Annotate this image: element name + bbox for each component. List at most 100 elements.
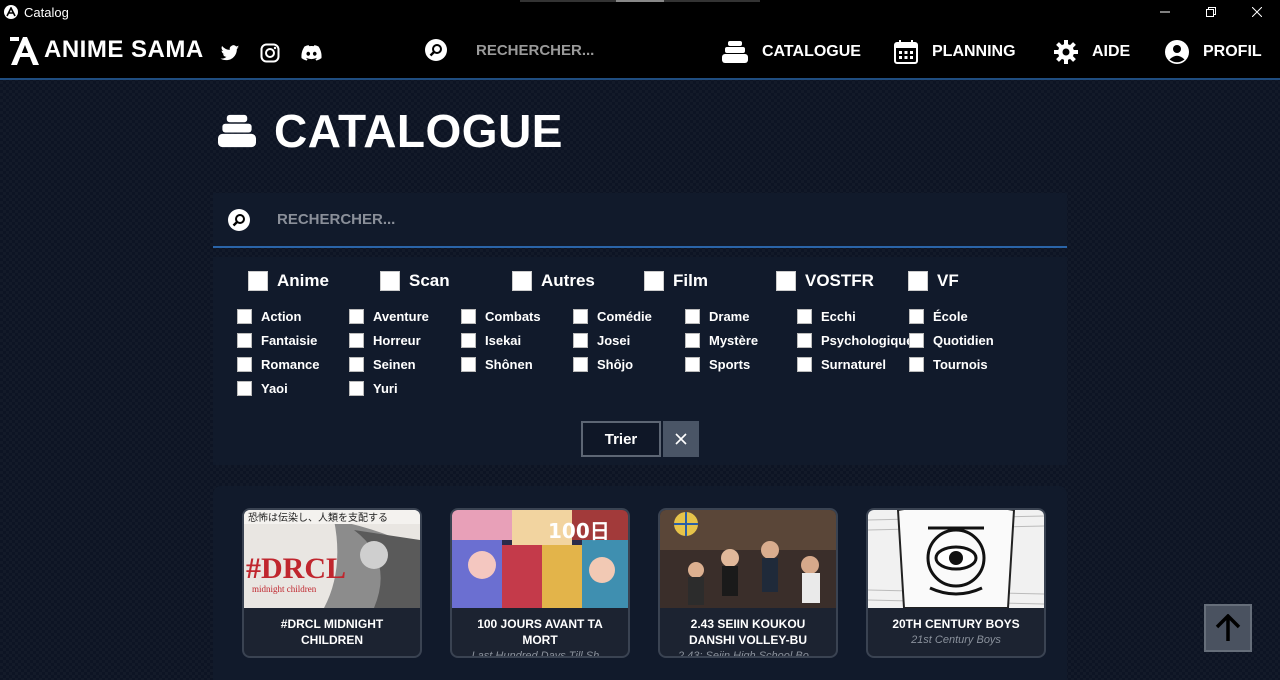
checkbox[interactable] — [237, 309, 252, 324]
search-icon — [228, 208, 250, 231]
checkbox[interactable] — [685, 333, 700, 348]
nav-catalogue[interactable]: CATALOGUE — [722, 38, 861, 66]
genre-filter[interactable]: Sports — [685, 357, 750, 372]
genre-label: Surnaturel — [821, 357, 887, 372]
type-filter-vostfr[interactable]: VOSTFR — [776, 271, 874, 291]
checkbox[interactable] — [380, 271, 400, 291]
window-title: Catalog — [24, 4, 69, 20]
checkbox[interactable] — [512, 271, 532, 291]
checkbox[interactable] — [237, 357, 252, 372]
genre-filter[interactable]: Romance — [237, 357, 320, 372]
restore-button[interactable] — [1188, 0, 1234, 24]
genre-filter[interactable]: Horreur — [349, 333, 421, 348]
genre-filter[interactable]: Psychologique — [797, 333, 913, 348]
instagram-link[interactable] — [259, 42, 281, 64]
checkbox[interactable] — [461, 309, 476, 324]
genre-filter[interactable]: Shônen — [461, 357, 533, 372]
genre-filter[interactable]: Aventure — [349, 309, 429, 324]
header-search-input[interactable] — [476, 41, 676, 59]
type-filter-autres[interactable]: Autres — [512, 271, 595, 291]
nav-planning[interactable]: PLANNING — [894, 38, 1016, 66]
discord-link[interactable] — [300, 42, 322, 64]
genre-filter[interactable]: École — [909, 309, 968, 324]
catalog-card[interactable]: 100日 100 JOURS AVANT TA MORT Last Hundre… — [450, 508, 630, 658]
restore-icon — [1206, 7, 1216, 17]
genre-filter[interactable]: Yuri — [349, 381, 398, 396]
genre-filter[interactable]: Isekai — [461, 333, 521, 348]
genre-filter[interactable]: Comédie — [573, 309, 652, 324]
checkbox[interactable] — [349, 309, 364, 324]
checkbox[interactable] — [573, 333, 588, 348]
instagram-icon — [259, 42, 281, 64]
card-cover-image — [660, 510, 836, 608]
genre-filter[interactable]: Yaoi — [237, 381, 288, 396]
checkbox[interactable] — [237, 381, 252, 396]
genre-filter[interactable]: Shôjo — [573, 357, 633, 372]
checkbox[interactable] — [461, 357, 476, 372]
nav-aide[interactable]: AIDE — [1054, 38, 1130, 66]
genre-label: Josei — [597, 333, 631, 348]
minimize-icon — [1160, 11, 1170, 13]
genre-filter[interactable]: Josei — [573, 333, 630, 348]
checkbox[interactable] — [776, 271, 796, 291]
checkbox[interactable] — [349, 333, 364, 348]
genre-filter[interactable]: Mystère — [685, 333, 758, 348]
checkbox[interactable] — [573, 357, 588, 372]
checkbox[interactable] — [248, 271, 268, 291]
search-icon[interactable] — [424, 38, 448, 62]
clear-filters-button[interactable] — [663, 421, 699, 457]
genre-filter[interactable]: Fantaisie — [237, 333, 317, 348]
nav-profil[interactable]: PROFIL — [1165, 38, 1262, 66]
anime-sama-logo-icon — [10, 37, 39, 65]
checkbox[interactable] — [909, 357, 924, 372]
checkbox[interactable] — [349, 357, 364, 372]
checkbox[interactable] — [797, 333, 812, 348]
catalog-search-input[interactable] — [277, 211, 777, 228]
checkbox[interactable] — [461, 333, 476, 348]
type-filter-film[interactable]: Film — [644, 271, 708, 291]
checkbox[interactable] — [573, 309, 588, 324]
close-icon — [1252, 7, 1262, 17]
type-filter-anime[interactable]: Anime — [248, 271, 329, 291]
genre-filter[interactable]: Surnaturel — [797, 357, 886, 372]
genre-filter[interactable]: Quotidien — [909, 333, 994, 348]
back-to-top-button[interactable] — [1204, 604, 1252, 652]
page-title: CATALOGUE — [218, 104, 563, 158]
close-window-button[interactable] — [1234, 0, 1280, 24]
site-logo[interactable]: ANIME SAMA — [8, 32, 204, 68]
genre-filter[interactable]: Drame — [685, 309, 749, 324]
catalog-card[interactable]: 恐怖は伝染し、人類を支配する #DRCL midnight children #… — [242, 508, 422, 658]
twitter-link[interactable] — [219, 42, 241, 64]
card-alt-title: 21st Century Boys — [911, 634, 1001, 646]
checkbox[interactable] — [909, 333, 924, 348]
checkbox[interactable] — [644, 271, 664, 291]
filters-panel: Anime Scan Autres Film VOSTFR VF Action … — [213, 257, 1067, 465]
checkbox[interactable] — [909, 309, 924, 324]
genre-filter[interactable]: Action — [237, 309, 301, 324]
genre-label: Yuri — [373, 381, 398, 396]
type-filter-scan[interactable]: Scan — [380, 271, 450, 291]
genre-filter[interactable]: Tournois — [909, 357, 988, 372]
genre-label: Shônen — [485, 357, 533, 372]
card-cover-text: #DRCL — [246, 552, 346, 585]
checkbox[interactable] — [237, 333, 252, 348]
minimize-button[interactable] — [1142, 0, 1188, 24]
catalog-card[interactable]: 20TH CENTURY BOYS 21st Century Boys — [866, 508, 1046, 658]
type-filter-label: VOSTFR — [805, 271, 874, 290]
checkbox[interactable] — [685, 357, 700, 372]
genre-filter[interactable]: Ecchi — [797, 309, 856, 324]
catalog-card[interactable]: 2.43 SEIIN KOUKOU DANSHI VOLLEY-BU 2.43:… — [658, 508, 838, 658]
checkbox[interactable] — [797, 309, 812, 324]
genre-label: École — [933, 309, 968, 324]
checkbox[interactable] — [908, 271, 928, 291]
card-title: #DRCL MIDNIGHT CHILDREN — [280, 617, 384, 647]
sort-button[interactable]: Trier — [581, 421, 661, 457]
calendar-icon — [894, 40, 918, 64]
genre-filter[interactable]: Combats — [461, 309, 541, 324]
checkbox[interactable] — [797, 357, 812, 372]
checkbox[interactable] — [685, 309, 700, 324]
checkbox[interactable] — [349, 381, 364, 396]
type-filter-vf[interactable]: VF — [908, 271, 959, 291]
gear-icon — [1054, 40, 1078, 64]
genre-filter[interactable]: Seinen — [349, 357, 416, 372]
